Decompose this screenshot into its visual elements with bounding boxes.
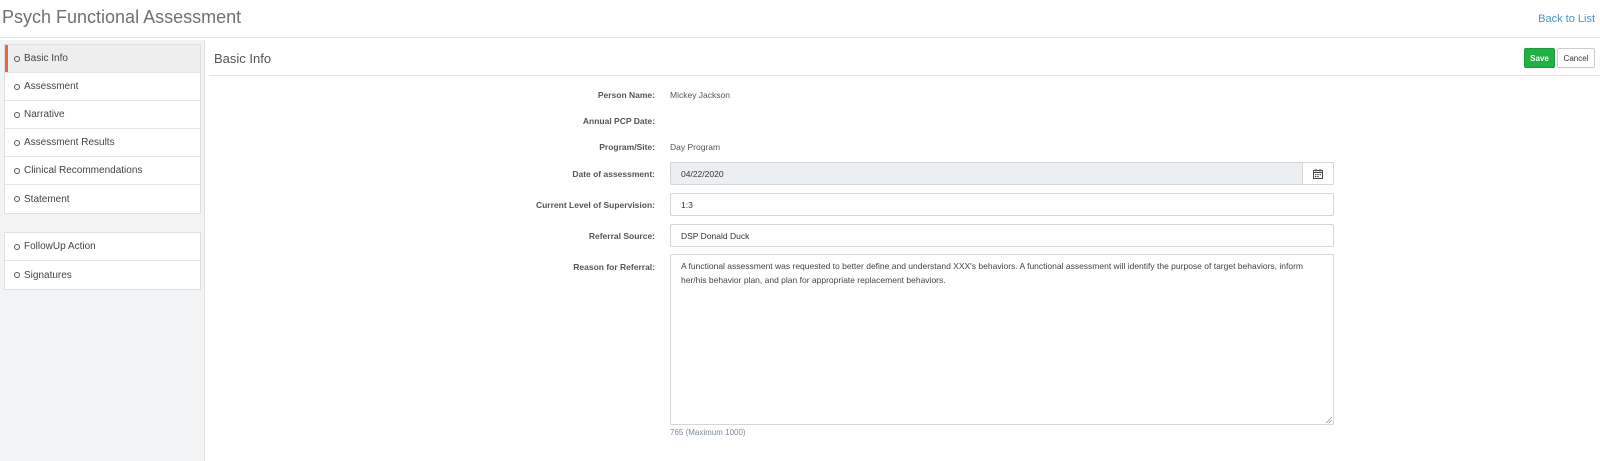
program-site-value: Day Program (670, 142, 721, 152)
circle-icon (14, 272, 20, 278)
circle-icon (14, 196, 20, 202)
circle-icon (14, 167, 20, 174)
circle-icon (14, 83, 20, 90)
sidebar-item-label: Statement (24, 193, 70, 205)
reason-text: A functional assessment was requested to… (681, 261, 1304, 285)
sidebar-item-followup-action[interactable]: FollowUp Action (5, 233, 200, 261)
section-title: Basic Info (214, 51, 272, 66)
calendar-button[interactable] (1302, 162, 1334, 185)
sidebar-item-signatures[interactable]: Signatures (5, 261, 200, 289)
reason-for-referral-textarea[interactable]: A functional assessment was requested to… (670, 254, 1334, 425)
referral-source-input[interactable]: DSP Donald Duck (670, 224, 1334, 247)
back-to-list-link[interactable]: Back to List (1538, 13, 1595, 25)
referral-source-label: Referral Source: (588, 231, 655, 241)
program-site-label: Program/Site: (599, 142, 655, 152)
sidebar-item-label: Assessment (24, 81, 79, 92)
main-panel: Basic Info Save Cancel Person Name: Mick… (209, 41, 1600, 461)
sidebar-item-label: Assessment Results (24, 137, 115, 148)
date-of-assessment-input[interactable]: 04/22/2020 (670, 162, 1302, 185)
section-header: Basic Info Save Cancel (209, 41, 1600, 76)
nav-group-main: Basic Info Assessment Narrative Assessme… (4, 44, 201, 214)
sidebar-item-narrative[interactable]: Narrative (5, 101, 200, 129)
sidebar-item-label: FollowUp Action (24, 241, 96, 252)
save-button[interactable]: Save (1524, 48, 1555, 68)
resize-handle-icon[interactable] (1325, 416, 1332, 423)
date-of-assessment-label: Date of assessment: (572, 169, 655, 179)
sidebar-item-label: Signatures (24, 269, 72, 281)
top-bar: Psych Functional Assessment Back to List (0, 0, 1600, 38)
circle-icon (14, 243, 20, 250)
sidebar-item-clinical-recommendations[interactable]: Clinical Recommendations (5, 157, 200, 185)
circle-icon (14, 111, 20, 118)
reason-for-referral-label: Reason for Referral: (573, 262, 655, 272)
nav-group-secondary: FollowUp Action Signatures (4, 232, 201, 290)
sidebar-item-assessment-results[interactable]: Assessment Results (5, 129, 200, 157)
sidebar-item-label: Narrative (24, 109, 65, 120)
sidebar-item-label: Clinical Recommendations (24, 165, 143, 176)
person-name-label: Person Name: (597, 90, 655, 100)
supervision-label: Current Level of Supervision: (535, 200, 655, 210)
person-name-value: Mickey Jackson (670, 90, 730, 100)
sidebar-item-basic-info[interactable]: Basic Info (5, 45, 200, 73)
annual-pcp-date-label: Annual PCP Date: (582, 116, 655, 126)
cancel-button[interactable]: Cancel (1557, 48, 1595, 68)
circle-icon (14, 55, 20, 62)
character-count: 765 (Maximum 1000) (670, 428, 746, 437)
sidebar-item-label: Basic Info (24, 53, 68, 64)
sidebar-item-assessment[interactable]: Assessment (5, 73, 200, 101)
circle-icon (14, 139, 20, 146)
sidebar-item-statement[interactable]: Statement (5, 185, 200, 213)
supervision-input[interactable]: 1:3 (670, 193, 1334, 216)
calendar-icon (1313, 168, 1323, 179)
page-title: Psych Functional Assessment (2, 7, 242, 27)
